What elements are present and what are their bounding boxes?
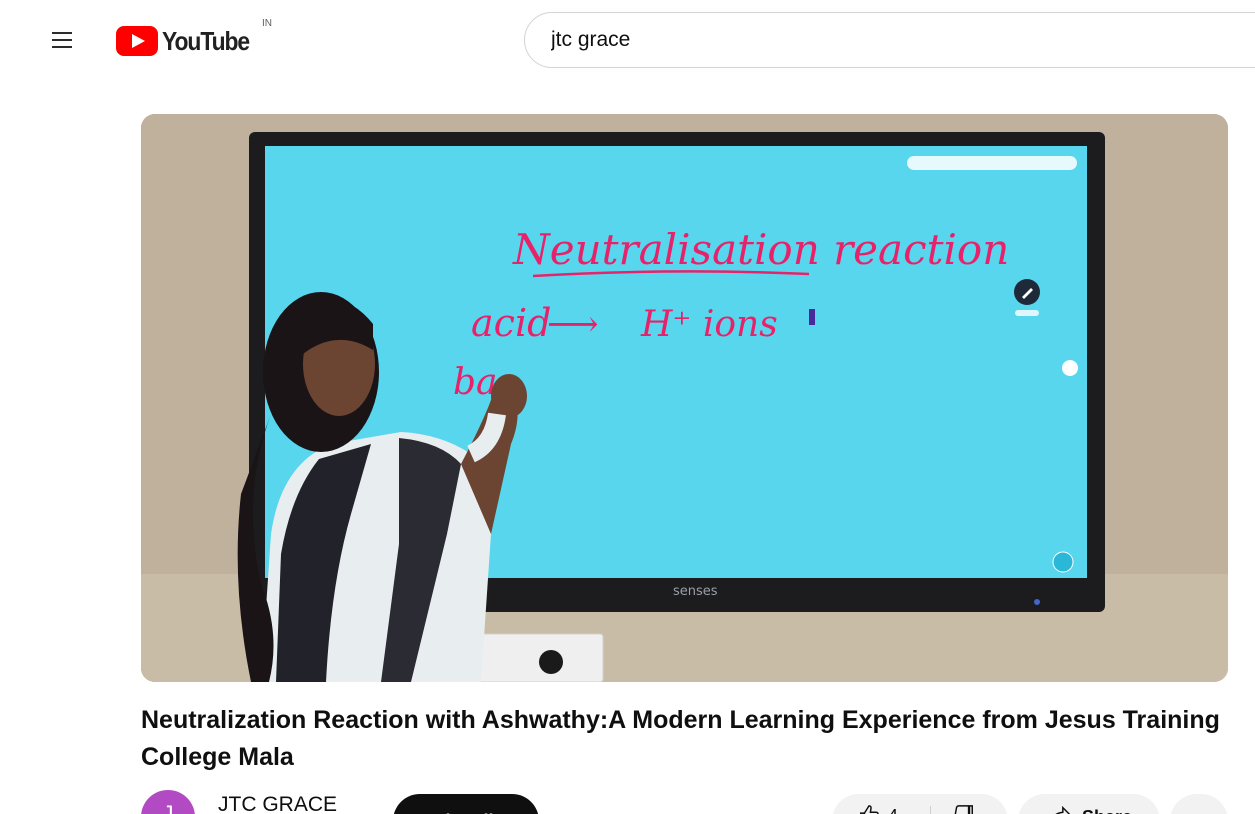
board-heading: Neutralisation reaction [512,225,1009,274]
board-corner-button [1052,551,1074,573]
board-ions: H⁺ ions [640,304,778,345]
board-base-partial: ba [453,362,498,403]
like-count: 4 [888,804,898,814]
more-actions-button[interactable] [1170,794,1228,814]
tv-brand-logo: senses [673,584,718,599]
youtube-wordmark: YouTube [162,26,250,56]
channel-avatar[interactable]: J [141,790,195,814]
masthead: YouTube IN [0,0,1255,82]
board-arrow: ⟶ [547,304,599,345]
hamburger-menu-icon [52,32,72,48]
video-title: Neutralization Reaction with Ashwathy:A … [141,706,1220,771]
thumbs-up-icon [860,805,879,814]
channel-name[interactable]: JTC GRACE [218,793,337,814]
board-acid: acid [471,301,551,345]
video-player[interactable]: Neutralisation reaction acid ⟶ H⁺ ions b… [141,114,1228,682]
search-input[interactable] [551,28,1151,52]
dislike-button[interactable] [931,804,975,814]
video-frame: Neutralisation reaction acid ⟶ H⁺ ions b… [141,114,1228,682]
guide-menu-button[interactable] [38,20,86,60]
subscribe-button[interactable]: Subscribe [393,794,539,814]
youtube-play-icon [116,26,158,56]
board-tool-dot [1062,360,1078,376]
board-cursor [809,309,815,325]
board-status-bar [907,156,1077,170]
thumbs-down-icon [954,805,973,814]
tv-power-led [1034,599,1040,605]
wall-socket [470,633,604,682]
search-box[interactable] [524,12,1255,68]
share-arrow-icon [1055,805,1071,814]
share-button[interactable]: Share [1018,794,1160,814]
like-dislike-group: 4 [832,794,1008,814]
youtube-logo[interactable]: YouTube IN [116,18,272,56]
share-label: Share [1082,804,1132,814]
country-code: IN [262,18,272,29]
like-button[interactable]: 4 [832,804,930,814]
